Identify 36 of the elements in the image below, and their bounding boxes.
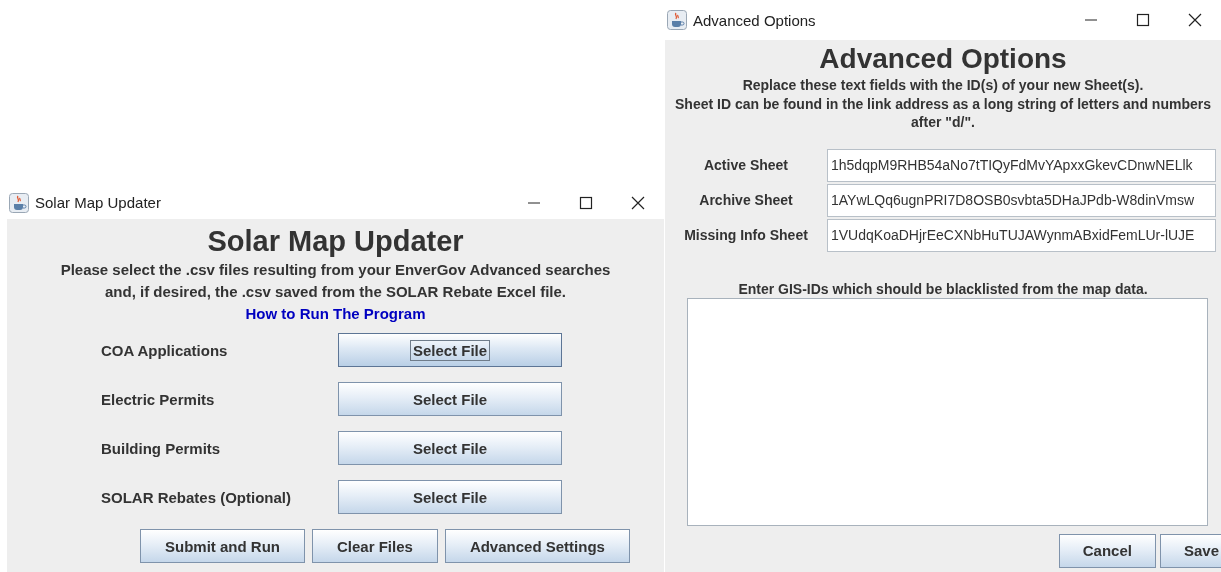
field-label: Active Sheet xyxy=(702,157,789,173)
description-text: Sheet ID can be found in the link address as a long string of letters and numbers xyxy=(675,94,1211,113)
description-text: after "d/". xyxy=(911,113,975,132)
window-title: Solar Map Updater xyxy=(35,194,162,211)
select-file-button[interactable]: Select File xyxy=(338,333,562,367)
file-label: COA Applications xyxy=(101,341,229,359)
description-text: Replace these text fields with the ID(s) of your new Sheet(s). xyxy=(742,76,1144,95)
window-title: Advanced Options xyxy=(693,11,817,29)
app-heading: Solar Map Updater xyxy=(207,224,464,259)
coffee-cup-icon xyxy=(667,10,687,30)
field-label: Archive Sheet xyxy=(698,192,794,208)
maximize-icon[interactable] xyxy=(1136,13,1150,27)
close-icon[interactable] xyxy=(631,195,645,210)
action-button[interactable]: Clear Files xyxy=(312,529,438,563)
select-file-button[interactable]: Select File xyxy=(338,431,562,465)
instruction-text: Please select the .csv files resulting from your EnverGov Advanced searches xyxy=(60,260,611,280)
file-label: SOLAR Rebates (Optional) xyxy=(101,488,292,506)
blacklist-label: Enter GIS-IDs which should be blacklisted from the map data. xyxy=(738,280,1148,297)
help-link[interactable]: How to Run The Program xyxy=(245,303,426,325)
coffee-cup-icon xyxy=(9,192,29,213)
dialog-heading: Advanced Options xyxy=(819,42,1067,76)
file-label: Building Permits xyxy=(101,439,222,457)
field-label: Missing Info Sheet xyxy=(683,227,809,243)
dialog-button[interactable]: Cancel xyxy=(1058,533,1156,568)
instruction-text: and, if desired, the .csv saved from the SOLAR Rebate Excel file. xyxy=(105,282,566,302)
maximize-icon[interactable] xyxy=(579,195,593,210)
sheet-id-field[interactable]: 1AYwLQq6ugnPRI7D8OSB0svbta5DHaJPdb-W8dinVmsw xyxy=(827,183,1216,217)
select-file-button[interactable]: Select File xyxy=(338,382,562,416)
file-label: Electric Permits xyxy=(101,390,216,408)
action-button[interactable]: Advanced Settings xyxy=(444,529,630,563)
sheet-id-field[interactable]: 1VUdqKoaDHjrEeCXNbHuTUJAWynmABxidFemLUr-lUJE xyxy=(827,218,1216,252)
select-file-button[interactable]: Select File xyxy=(338,480,562,514)
sheet-id-field[interactable]: 1h5dqpM9RHB54aNo7tTIQyFdMvYApxxGkevCDnwNELlk xyxy=(827,148,1216,182)
action-button[interactable]: Submit and Run xyxy=(140,529,305,563)
close-icon[interactable] xyxy=(1188,13,1202,27)
dialog-button[interactable]: Save xyxy=(1159,533,1221,568)
